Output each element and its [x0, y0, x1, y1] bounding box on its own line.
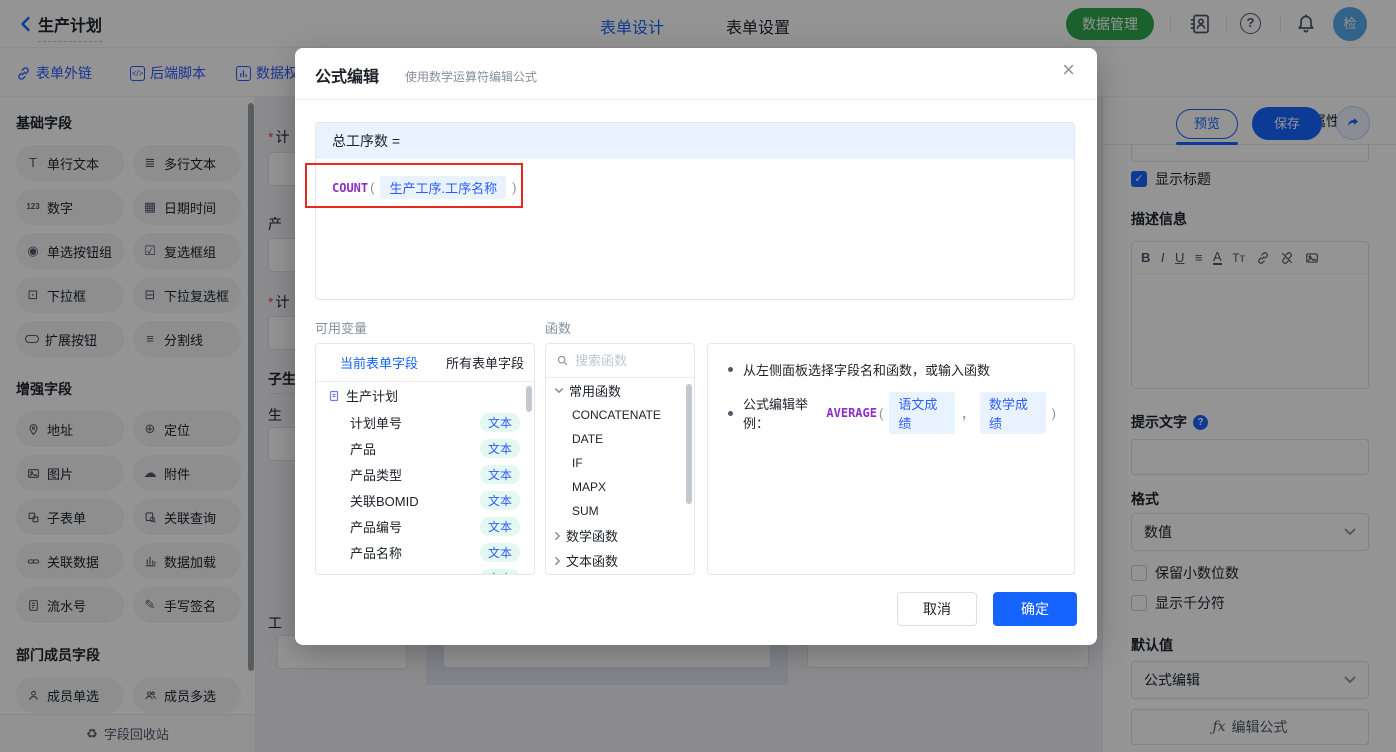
example-lparen: (	[878, 405, 884, 421]
close-icon[interactable]: ×	[1062, 59, 1075, 81]
function-group-math[interactable]: 数学函数	[546, 523, 694, 548]
type-badge: 文本	[479, 568, 520, 574]
variable-row[interactable]: 产品 文本	[316, 435, 534, 461]
formula-function-name: COUNT	[332, 180, 369, 195]
example-token: 数学成绩	[979, 392, 1046, 434]
field-token[interactable]: 生产工序.工序名称	[380, 176, 507, 199]
function-search-input[interactable]	[575, 353, 675, 368]
function-item[interactable]: CONCATENATE	[546, 403, 694, 427]
chevron-right-icon	[554, 556, 561, 565]
variable-row[interactable]: 产品类型 文本	[316, 461, 534, 487]
chevron-down-icon	[554, 387, 564, 394]
function-group-common[interactable]: 常用函数	[546, 378, 694, 403]
function-group-label: 常用函数	[569, 384, 622, 399]
form-doc-icon	[329, 390, 339, 401]
type-badge: 文本	[479, 412, 520, 432]
confirm-button[interactable]: 确定	[993, 592, 1077, 626]
variable-name: 产品编号	[350, 519, 403, 535]
functions-panel: 常用函数 CONCATENATE DATE IF MAPX SUM 数学函数 文…	[545, 343, 695, 575]
variable-row[interactable]: 产品编号 文本	[316, 513, 534, 539]
example-rparen: )	[1051, 405, 1056, 421]
variables-scrollbar-thumb[interactable]	[526, 386, 532, 412]
modal-header: 公式编辑 使用数学运算符编辑公式 ×	[295, 48, 1097, 100]
help-line-1: 从左侧面板选择字段名和函数，或输入函数	[724, 360, 1058, 379]
function-group-text[interactable]: 文本函数	[546, 548, 694, 573]
tab-current-form-fields[interactable]: 当前表单字段	[340, 353, 418, 372]
variable-name: 关联BOMID	[350, 493, 419, 509]
functions-section-label: 函数	[545, 321, 572, 336]
variable-row[interactable]: 关联BOMID 文本	[316, 487, 534, 513]
bullet-icon	[728, 367, 733, 372]
type-badge: 文本	[479, 490, 520, 510]
example-token: 语文成绩	[889, 392, 955, 434]
functions-scrollbar-thumb[interactable]	[686, 384, 692, 504]
app-screen: 生产计划 表单设计 表单设置 数据管理 ? 检 表单外链 </> 后端脚本 数据…	[0, 0, 1396, 752]
variables-section-label: 可用变量	[315, 321, 368, 336]
variable-name: 计划单号	[350, 415, 403, 431]
chevron-right-icon	[554, 531, 561, 540]
function-item[interactable]: IF	[546, 451, 694, 475]
type-badge: 文本	[479, 438, 520, 458]
variables-tree-root[interactable]: 生产计划	[316, 382, 534, 409]
function-group-label: 文本函数	[566, 554, 619, 569]
help-text: 从左侧面板选择字段名和函数，或输入函数	[743, 363, 991, 378]
modal-title: 公式编辑	[315, 69, 380, 86]
formula-expression[interactable]: COUNT ( 生产工序.工序名称 )	[316, 159, 1074, 216]
example-function-name: AVERAGE	[826, 406, 877, 420]
cancel-button[interactable]: 取消	[897, 592, 977, 626]
variable-name: 产品类型	[350, 467, 403, 483]
variables-tabs: 当前表单字段 所有表单字段	[316, 344, 534, 382]
formula-target-strip: 总工序数 =	[316, 123, 1074, 159]
help-line-2: 公式编辑举例： AVERAGE ( 语文成绩 ， 数学成绩 )	[724, 392, 1058, 434]
formula-edit-modal: 公式编辑 使用数学运算符编辑公式 × 总工序数 = COUNT ( 生产工序.工…	[295, 48, 1097, 645]
formula-target: 总工序数 =	[332, 133, 401, 149]
root-label: 生产计划	[346, 389, 399, 404]
bullet-icon	[728, 410, 733, 416]
function-group-label: 数学函数	[566, 529, 619, 544]
search-icon	[557, 355, 568, 366]
modal-subtitle: 使用数学运算符编辑公式	[405, 70, 538, 84]
formula-rparen: )	[512, 180, 517, 195]
variable-name: 产品名称	[350, 545, 403, 561]
formula-help-panel: 从左侧面板选择字段名和函数，或输入函数 公式编辑举例： AVERAGE ( 语文…	[707, 343, 1075, 575]
help-example-prefix: 公式编辑举例：	[743, 397, 809, 431]
function-search[interactable]	[546, 344, 694, 378]
type-badge: 文本	[479, 464, 520, 484]
variable-row[interactable]: 计划单号 文本	[316, 409, 534, 435]
formula-editor-box[interactable]: 总工序数 = COUNT ( 生产工序.工序名称 )	[315, 122, 1075, 300]
variable-row-partial[interactable]: 文本	[316, 565, 534, 574]
variable-row[interactable]: 产品名称 文本	[316, 539, 534, 565]
function-item[interactable]: MAPX	[546, 475, 694, 499]
example-comma: ，	[960, 406, 974, 422]
tab-all-form-fields[interactable]: 所有表单字段	[446, 353, 524, 372]
type-badge: 文本	[479, 542, 520, 562]
function-item[interactable]: DATE	[546, 427, 694, 451]
variables-panel: 当前表单字段 所有表单字段 生产计划 计划单号 文本 产品 文本 产品类型 文本 关联…	[315, 343, 535, 575]
function-item[interactable]: SUM	[546, 499, 694, 523]
type-badge: 文本	[479, 516, 520, 536]
variable-name: 产品	[350, 441, 377, 457]
formula-lparen: (	[370, 180, 375, 195]
